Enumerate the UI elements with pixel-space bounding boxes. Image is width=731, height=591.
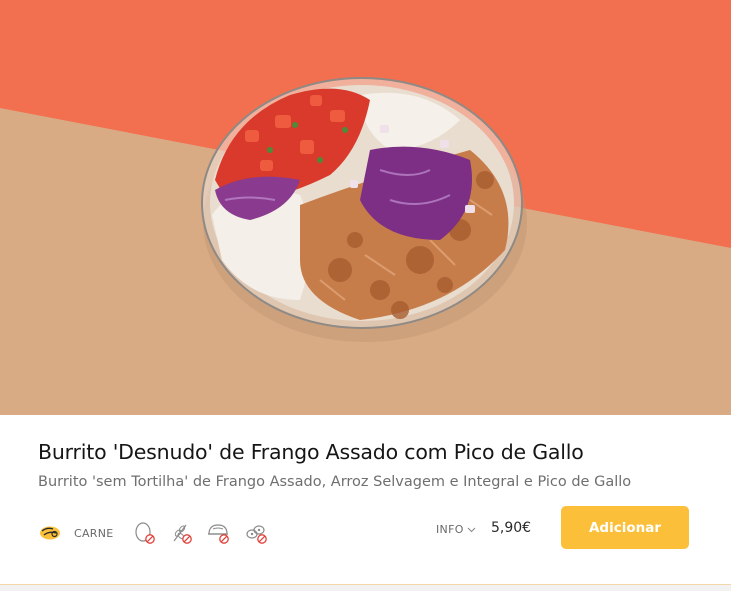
info-label: INFO xyxy=(436,523,464,536)
no-nuts-icon xyxy=(243,520,269,546)
product-image xyxy=(0,0,731,415)
chevron-down-icon xyxy=(467,527,476,533)
product-description: Burrito 'sem Tortilha' de Frango Assado,… xyxy=(38,474,632,490)
meat-icon xyxy=(38,521,62,545)
product-card: Burrito 'Desnudo' de Frango Assado com P… xyxy=(0,0,731,591)
no-dairy-icon xyxy=(206,520,232,546)
product-price: 5,90€ xyxy=(491,520,532,536)
no-gluten-icon xyxy=(169,520,195,546)
product-info: Burrito 'Desnudo' de Frango Assado com P… xyxy=(0,415,731,585)
product-title: Burrito 'Desnudo' de Frango Assado com P… xyxy=(38,440,584,464)
next-card-edge xyxy=(0,585,731,591)
product-tags: CARNE xyxy=(38,519,280,547)
no-egg-icon xyxy=(132,520,158,546)
category-label: CARNE xyxy=(74,526,114,540)
add-to-cart-button[interactable]: Adicionar xyxy=(561,506,689,549)
info-toggle[interactable]: INFO xyxy=(436,523,476,536)
